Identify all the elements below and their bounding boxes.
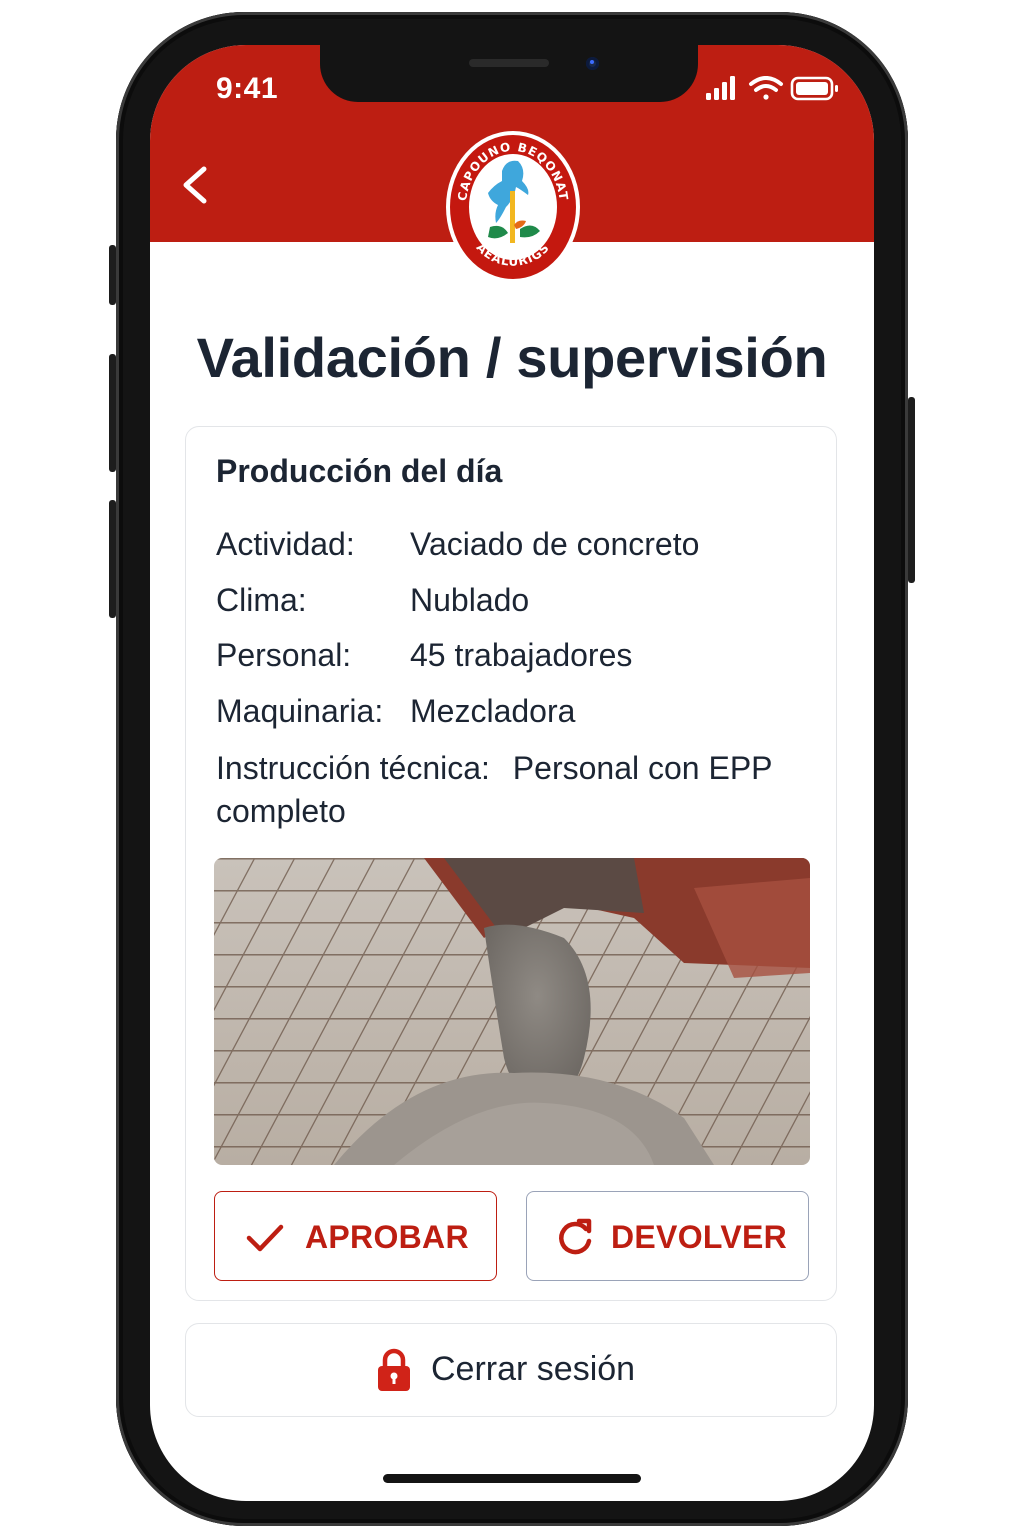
- field-row-instruction: Instrucción técnica: Personal con EPP co…: [216, 747, 806, 833]
- field-label: Personal:: [216, 637, 352, 673]
- volume-up-button: [109, 354, 116, 472]
- return-button[interactable]: DEVOLVER: [526, 1191, 809, 1281]
- speaker-grille: [469, 59, 549, 67]
- field-value: Vaciado de concreto: [410, 526, 700, 562]
- silent-switch: [109, 245, 116, 305]
- return-label: DEVOLVER: [611, 1219, 788, 1255]
- field-label: Maquinaria:: [216, 693, 384, 729]
- volume-down-button: [109, 500, 116, 618]
- front-camera: [586, 57, 599, 70]
- field-value: Nublado: [410, 582, 530, 618]
- field-value: 45 trabajadores: [410, 637, 633, 673]
- approve-button[interactable]: APROBAR: [214, 1191, 497, 1281]
- logout-button[interactable]: Cerrar sesión: [185, 1323, 837, 1417]
- power-button: [908, 397, 915, 583]
- status-icons: [706, 76, 838, 101]
- field-label: Instrucción técnica:: [216, 750, 490, 786]
- concrete-pour-photo: [214, 858, 810, 1165]
- check-icon: [246, 1224, 284, 1252]
- card-title: Producción del día: [216, 453, 503, 489]
- field-value: Mezcladora: [410, 693, 576, 729]
- battery-icon: [790, 76, 838, 101]
- notch: [320, 45, 698, 102]
- production-card: Producción del día Actividad: Vaciado de…: [185, 426, 837, 1301]
- refresh-icon: [559, 1218, 592, 1255]
- screen: 9:41 CAPOUNO BEQONAT AEALURIGS Validació…: [150, 45, 874, 1501]
- signal-icon: [706, 76, 735, 100]
- company-logo: CAPOUNO BEQONAT AEALURIGS: [446, 131, 580, 283]
- lock-icon: [378, 1348, 410, 1391]
- wifi-icon: [749, 76, 783, 100]
- page-title: Validación / supervisión: [196, 326, 828, 389]
- home-indicator[interactable]: [383, 1474, 641, 1483]
- chevron-left-icon[interactable]: [172, 157, 216, 213]
- approve-label: APROBAR: [305, 1219, 469, 1255]
- field-label: Actividad:: [216, 526, 355, 562]
- status-time: 9:41: [216, 72, 279, 105]
- field-label: Clima:: [216, 582, 307, 618]
- logout-label: Cerrar sesión: [431, 1350, 636, 1388]
